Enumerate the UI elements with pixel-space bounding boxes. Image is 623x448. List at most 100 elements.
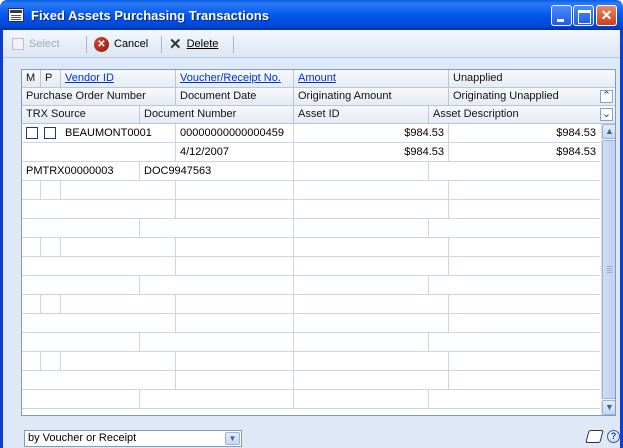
- empty-cell[interactable]: [41, 295, 61, 314]
- table-row[interactable]: [22, 352, 600, 371]
- empty-cell[interactable]: [449, 200, 600, 219]
- empty-cell[interactable]: [294, 371, 449, 390]
- scroll-down-button[interactable]: ▼: [602, 400, 615, 415]
- empty-cell[interactable]: [449, 352, 600, 371]
- table-row[interactable]: [22, 219, 600, 238]
- empty-cell[interactable]: [294, 257, 449, 276]
- empty-cell[interactable]: [449, 238, 600, 257]
- scroll-up-button[interactable]: ▲: [602, 124, 615, 139]
- empty-cell[interactable]: [22, 257, 176, 276]
- table-row[interactable]: [22, 181, 600, 200]
- empty-cell[interactable]: [176, 314, 294, 333]
- table-row[interactable]: 4/12/2007 $984.53 $984.53: [22, 143, 600, 162]
- vendor-id-cell[interactable]: BEAUMONT0001: [61, 124, 176, 143]
- empty-cell[interactable]: [176, 371, 294, 390]
- collapse-rows-icon[interactable]: ⌃: [600, 90, 613, 103]
- empty-cell[interactable]: [429, 219, 600, 238]
- note-icon[interactable]: [585, 430, 604, 443]
- empty-cell[interactable]: [449, 181, 600, 200]
- empty-cell[interactable]: [61, 238, 176, 257]
- empty-cell[interactable]: [294, 333, 429, 352]
- empty-cell[interactable]: [176, 295, 294, 314]
- empty-cell[interactable]: [61, 295, 176, 314]
- maximize-button[interactable]: [573, 5, 594, 26]
- empty-cell[interactable]: [294, 238, 449, 257]
- empty-cell[interactable]: [61, 181, 176, 200]
- empty-cell[interactable]: [176, 352, 294, 371]
- p-checkbox[interactable]: [44, 127, 56, 139]
- empty-cell[interactable]: [22, 371, 176, 390]
- sort-by-dropdown[interactable]: by Voucher or Receipt ▼: [24, 430, 242, 447]
- table-row[interactable]: [22, 276, 600, 295]
- table-row[interactable]: BEAUMONT0001 00000000000000459 $984.53 $…: [22, 124, 600, 143]
- empty-cell[interactable]: [449, 295, 600, 314]
- table-row[interactable]: [22, 371, 600, 390]
- po-number-cell[interactable]: [22, 143, 176, 162]
- empty-cell[interactable]: [61, 352, 176, 371]
- table-row[interactable]: [22, 257, 600, 276]
- select-button[interactable]: Select: [12, 36, 60, 52]
- document-number-cell[interactable]: DOC9947563: [140, 162, 294, 181]
- empty-cell[interactable]: [22, 276, 140, 295]
- empty-cell[interactable]: [294, 295, 449, 314]
- empty-cell[interactable]: [22, 390, 140, 409]
- empty-cell[interactable]: [41, 238, 61, 257]
- voucher-cell[interactable]: 00000000000000459: [176, 124, 294, 143]
- help-icon[interactable]: ?: [607, 430, 620, 443]
- empty-cell[interactable]: [140, 219, 294, 238]
- amount-cell[interactable]: $984.53: [294, 124, 449, 143]
- empty-cell[interactable]: [294, 314, 449, 333]
- empty-cell[interactable]: [140, 333, 294, 352]
- empty-cell[interactable]: [449, 314, 600, 333]
- empty-cell[interactable]: [429, 276, 600, 295]
- document-date-cell[interactable]: 4/12/2007: [176, 143, 294, 162]
- empty-cell[interactable]: [22, 200, 176, 219]
- header-amount[interactable]: Amount: [294, 70, 449, 88]
- empty-cell[interactable]: [22, 181, 41, 200]
- empty-cell[interactable]: [22, 219, 140, 238]
- empty-cell[interactable]: [22, 238, 41, 257]
- table-row[interactable]: [22, 314, 600, 333]
- minimize-button[interactable]: [551, 5, 572, 26]
- asset-id-cell[interactable]: [294, 162, 429, 181]
- empty-cell[interactable]: [176, 200, 294, 219]
- table-row[interactable]: [22, 333, 600, 352]
- table-row[interactable]: [22, 390, 600, 409]
- chevron-down-icon[interactable]: ▼: [225, 432, 240, 445]
- table-row[interactable]: [22, 238, 600, 257]
- empty-cell[interactable]: [176, 238, 294, 257]
- empty-cell[interactable]: [429, 390, 600, 409]
- empty-cell[interactable]: [41, 352, 61, 371]
- header-voucher[interactable]: Voucher/Receipt No.: [176, 70, 294, 88]
- empty-cell[interactable]: [140, 390, 294, 409]
- empty-cell[interactable]: [294, 200, 449, 219]
- table-row[interactable]: PMTRX00000003 DOC9947563: [22, 162, 600, 181]
- header-vendor-id[interactable]: Vendor ID: [61, 70, 176, 88]
- empty-cell[interactable]: [449, 371, 600, 390]
- empty-cell[interactable]: [41, 181, 61, 200]
- empty-cell[interactable]: [22, 314, 176, 333]
- empty-cell[interactable]: [140, 276, 294, 295]
- empty-cell[interactable]: [294, 219, 429, 238]
- empty-cell[interactable]: [429, 333, 600, 352]
- table-row[interactable]: [22, 295, 600, 314]
- m-checkbox[interactable]: [26, 127, 38, 139]
- empty-cell[interactable]: [294, 181, 449, 200]
- empty-cell[interactable]: [294, 276, 429, 295]
- vertical-scrollbar[interactable]: ▲ ▼: [601, 124, 615, 415]
- cancel-button[interactable]: ✕ Cancel: [94, 36, 148, 52]
- delete-button[interactable]: ✕ Delete: [169, 36, 218, 52]
- table-row[interactable]: [22, 200, 600, 219]
- empty-cell[interactable]: [22, 352, 41, 371]
- empty-cell[interactable]: [294, 352, 449, 371]
- empty-cell[interactable]: [176, 181, 294, 200]
- scroll-thumb[interactable]: [602, 140, 615, 399]
- empty-cell[interactable]: [294, 390, 429, 409]
- empty-cell[interactable]: [22, 333, 140, 352]
- header-p: P: [41, 70, 61, 88]
- expand-rows-icon[interactable]: ⌄: [600, 108, 613, 121]
- empty-cell[interactable]: [449, 257, 600, 276]
- empty-cell[interactable]: [22, 295, 41, 314]
- empty-cell[interactable]: [176, 257, 294, 276]
- close-button[interactable]: ✕: [596, 5, 617, 26]
